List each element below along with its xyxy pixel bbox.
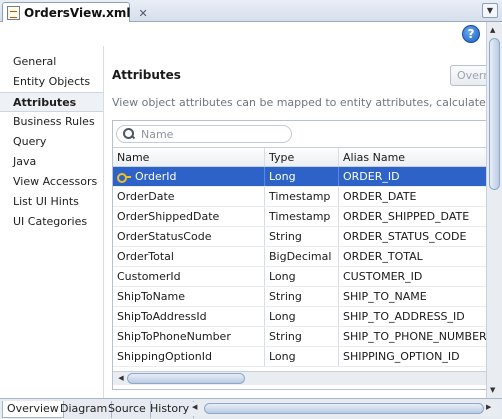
type-cell: Timestamp — [265, 187, 339, 206]
attributes-table: Name Type Alias Name OrderId Long ORDER_… — [112, 120, 486, 390]
column-header-alias-name[interactable]: Alias Name — [339, 148, 486, 166]
alias-cell: ORDER_SHIPPED_DATE — [343, 210, 470, 223]
alias-cell: ORDER_DATE — [343, 190, 417, 203]
sidebar-item-query[interactable]: Query — [0, 132, 103, 152]
tab-overview[interactable]: Overview — [2, 401, 64, 418]
bottom-tab-bar: Overview Diagram Source History ◀ ▶ — [0, 398, 502, 419]
name-cell: OrderDate — [113, 187, 265, 206]
attributes-panel: Attributes Override View object attribut… — [104, 46, 486, 398]
editor-tab-strip: OrdersView.xml ✕ ▼ — [0, 0, 502, 23]
editor-tab-label: OrdersView.xml — [24, 6, 131, 20]
name-cell: CustomerId — [113, 267, 265, 286]
alias-cell: ORDER_TOTAL — [343, 250, 423, 263]
table-row[interactable]: ShipToName String SHIP_TO_NAME — [113, 287, 486, 307]
sidebar-item-list-ui-hints[interactable]: List UI Hints — [0, 192, 103, 212]
close-icon[interactable]: ✕ — [138, 7, 147, 20]
alias-cell: ORDER_ID — [343, 170, 400, 183]
scroll-left-icon[interactable]: ◀ — [115, 373, 127, 384]
sidebar-item-business-rules[interactable]: Business Rules — [0, 112, 103, 132]
sidebar-nav: General Entity Objects Attributes Busine… — [0, 46, 104, 398]
type-cell: Long — [265, 267, 339, 286]
alias-cell: CUSTOMER_ID — [343, 270, 423, 283]
table-row[interactable]: CustomerId Long CUSTOMER_ID — [113, 267, 486, 287]
name-cell: ShipToPhoneNumber — [113, 327, 265, 346]
panel-vertical-scrollbar[interactable]: ▲ ▼ — [486, 22, 502, 398]
name-cell: OrderTotal — [113, 247, 265, 266]
editor-tab-ordersview[interactable]: OrdersView.xml ✕ — [2, 2, 148, 23]
sidebar-item-attributes[interactable]: Attributes — [0, 92, 103, 112]
name-cell: OrderId — [113, 167, 265, 186]
name-cell: ShipToName — [113, 287, 265, 306]
type-cell: Timestamp — [265, 207, 339, 226]
sidebar-item-general[interactable]: General — [0, 52, 103, 72]
scrollbar-thumb[interactable] — [127, 373, 245, 384]
override-button[interactable]: Override — [450, 65, 486, 86]
alias-cell: SHIP_TO_PHONE_NUMBER — [343, 330, 486, 343]
table-row[interactable]: OrderTotal BigDecimal ORDER_TOTAL — [113, 247, 486, 267]
help-icon[interactable]: ? — [462, 25, 480, 43]
scroll-up-icon[interactable]: ▲ — [490, 26, 495, 34]
table-row[interactable]: OrderDate Timestamp ORDER_DATE — [113, 187, 486, 207]
table-row[interactable]: ShipToAddressId Long SHIP_TO_ADDRESS_ID — [113, 307, 486, 327]
tab-list-dropdown-button[interactable]: ▼ — [482, 3, 498, 18]
name-cell: ShipToAddressId — [113, 307, 265, 326]
sidebar-item-java[interactable]: Java — [0, 152, 103, 172]
type-cell: String — [265, 327, 339, 346]
alias-cell: ORDER_STATUS_CODE — [343, 230, 467, 243]
table-header: Name Type Alias Name — [113, 147, 486, 167]
key-icon — [117, 173, 131, 183]
table-row[interactable]: OrderShippedDate Timestamp ORDER_SHIPPED… — [113, 207, 486, 227]
type-cell: Long — [265, 347, 339, 366]
table-horizontal-scrollbar[interactable]: ◀ ▶ — [113, 371, 486, 385]
table-row[interactable]: OrderStatusCode String ORDER_STATUS_CODE — [113, 227, 486, 247]
name-cell: ShippingOptionId — [113, 347, 265, 366]
name-cell: OrderStatusCode — [113, 227, 265, 246]
alias-cell: SHIP_TO_ADDRESS_ID — [343, 310, 465, 323]
tab-history[interactable]: History — [146, 401, 195, 418]
type-cell: Long — [265, 167, 339, 186]
search-input[interactable] — [141, 127, 281, 141]
type-cell: Long — [265, 307, 339, 326]
xml-file-icon — [7, 6, 20, 20]
scrollbar-thumb[interactable] — [204, 403, 484, 414]
attributes-grid: Name Type Alias Name OrderId Long ORDER_… — [113, 147, 486, 367]
sidebar-item-entity-objects[interactable]: Entity Objects — [0, 72, 103, 92]
scroll-left-icon[interactable]: ◀ — [192, 403, 197, 411]
alias-cell: SHIP_TO_NAME — [343, 290, 427, 303]
scroll-right-icon[interactable]: ▶ — [486, 403, 491, 411]
name-cell: OrderShippedDate — [113, 207, 265, 226]
type-cell: String — [265, 227, 339, 246]
chevron-down-icon: ▼ — [486, 6, 494, 15]
tab-source[interactable]: Source — [104, 401, 151, 418]
scrollbar-thumb[interactable] — [489, 38, 500, 190]
column-header-type[interactable]: Type — [265, 148, 339, 166]
alias-cell: SHIPPING_OPTION_ID — [343, 350, 460, 363]
section-description: View object attributes can be mapped to … — [112, 96, 486, 109]
table-row[interactable]: OrderId Long ORDER_ID — [113, 167, 486, 187]
column-header-name[interactable]: Name — [113, 148, 265, 166]
sidebar-item-ui-categories[interactable]: UI Categories — [0, 212, 103, 232]
search-field[interactable] — [116, 125, 292, 143]
section-title: Attributes — [112, 68, 181, 82]
bottom-horizontal-scrollbar[interactable]: ◀ ▶ — [190, 402, 498, 416]
table-row[interactable]: ShippingOptionId Long SHIPPING_OPTION_ID — [113, 347, 486, 367]
search-icon — [123, 128, 135, 140]
type-cell: String — [265, 287, 339, 306]
scroll-down-icon[interactable]: ▼ — [490, 386, 495, 394]
sidebar-item-view-accessors[interactable]: View Accessors — [0, 172, 103, 192]
help-bar: ? — [0, 22, 486, 46]
type-cell: BigDecimal — [265, 247, 339, 266]
table-row[interactable]: ShipToPhoneNumber String SHIP_TO_PHONE_N… — [113, 327, 486, 347]
